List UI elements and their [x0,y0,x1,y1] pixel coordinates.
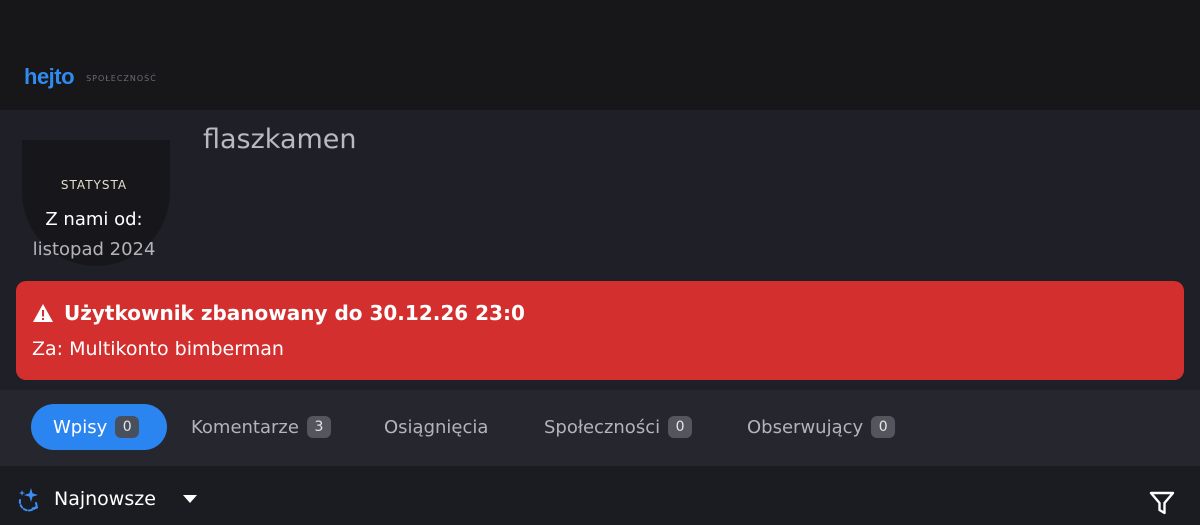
chevron-down-icon [182,495,197,503]
tab-count-badge: 0 [668,416,693,438]
sort-bar: Najnowsze [0,466,1200,525]
site-logo[interactable]: hejto SPOŁECZNOŚĆ [24,64,157,90]
tab-komentarze[interactable]: Komentarze 3 [169,404,353,450]
ban-reason: Za: Multikonto bimberman [32,338,284,360]
warning-icon [33,304,53,322]
sort-label: Najnowsze [54,488,156,510]
tab-count-badge: 0 [115,416,140,438]
user-role-label: STATYSTA [60,178,128,192]
tab-osiagniecia[interactable]: Osiągnięcia [362,404,510,450]
ban-title-row: Użytkownik zbanowany do 30.12.26 23:0 [32,301,525,325]
member-since-label: Z nami od: [45,209,143,230]
tab-count-badge: 3 [306,416,331,438]
tab-label: Obserwujący [747,416,864,438]
member-since-value: listopad 2024 [32,239,156,260]
profile-username: flaszkamen [203,124,357,155]
sparkle-icon [18,488,38,512]
ban-title: Użytkownik zbanowany do 30.12.26 23:0 [64,301,525,325]
tab-label: Osiągnięcia [384,416,489,438]
profile-tabs: Wpisy 0 Komentarze 3 Osiągnięcia Społecz… [0,390,1200,466]
tab-label: Komentarze [191,416,299,438]
tab-spolecznosci[interactable]: Społeczności 0 [522,404,714,450]
tab-label: Wpisy [53,416,108,438]
logo-subtitle: SPOŁECZNOŚĆ [86,74,157,83]
filter-icon[interactable] [1149,490,1175,516]
sort-dropdown[interactable]: Najnowsze [16,486,198,512]
tab-count-badge: 0 [871,416,896,438]
logo-text: hejto [24,64,75,89]
tab-obserwujacy[interactable]: Obserwujący 0 [725,404,917,450]
top-bar [0,0,1200,110]
ban-notice: Użytkownik zbanowany do 30.12.26 23:0 Za… [16,281,1184,380]
tab-label: Społeczności [544,416,661,438]
tab-wpisy[interactable]: Wpisy 0 [31,404,167,450]
